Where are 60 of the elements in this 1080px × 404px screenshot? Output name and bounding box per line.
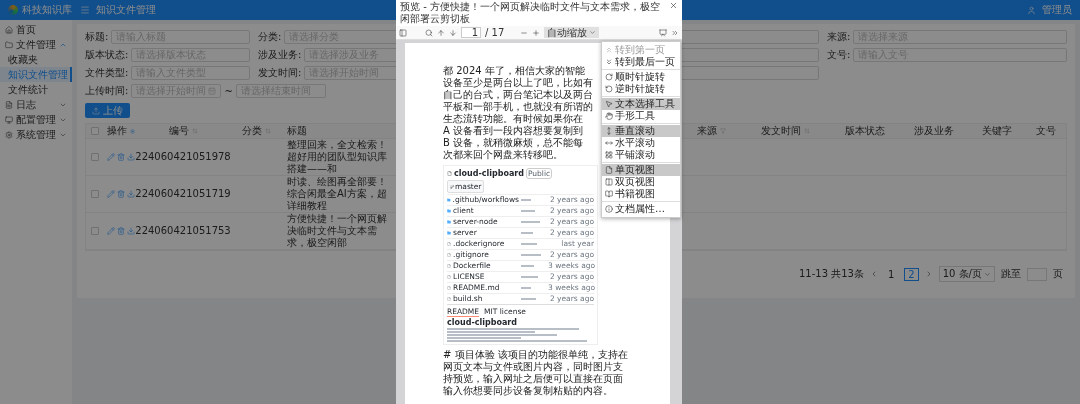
field-label: 文号: (827, 48, 851, 62)
dialog-title: 预览 - 方便快捷！一个网页解决临时文件与文本需求，极空闲部署云剪切板 (400, 1, 661, 25)
page-suffix: 页 (1053, 267, 1063, 281)
table-cell: 224060421051753 (135, 225, 231, 237)
menu-item[interactable]: 水平滚动 (602, 137, 680, 149)
field-label: 上传时间: (85, 84, 129, 98)
sidebar-item[interactable]: 文件统计 (0, 82, 72, 97)
column-header: 发文时间 (741, 124, 830, 139)
zoom-select[interactable]: 自动缩放 (544, 27, 600, 38)
field-label: 标题: (85, 30, 109, 44)
sidebar-item[interactable]: 文件管理 (0, 37, 72, 52)
page-button[interactable]: 1 (883, 267, 899, 281)
table-cell-text: 整理回来，全文检索！超好用的团队型知识库搭建——和 (287, 139, 388, 175)
page-count: / 17 (485, 27, 505, 38)
menu-item[interactable]: 文档属性… (602, 203, 680, 215)
repo-name: cloud-clipboard (454, 169, 524, 178)
column-header: 标题 (284, 124, 392, 139)
field-label: 文件类型: (85, 66, 129, 80)
table-cell-text: 方便快捷！一个网页解决临时文件与文本需求，极空闲部 (287, 213, 388, 249)
table-cell: 224060421051978 (135, 151, 231, 163)
column-header: 分类 (228, 124, 284, 139)
app-name: 科技知识库 (22, 3, 72, 17)
column-header: 版本状态 (830, 124, 900, 139)
menu-item[interactable]: 转到最后一页 (602, 56, 680, 68)
pagination-summary: 11-13 共13条 (799, 267, 864, 281)
sidebar-item[interactable]: 首页 (0, 22, 72, 37)
menu-item[interactable]: 顺时针旋转 (602, 71, 680, 83)
column-header: 涉及业务 (900, 124, 968, 139)
sidebar-item[interactable]: 配置管理 (0, 112, 72, 127)
range-separator: ~ (224, 85, 233, 97)
sidebar-item[interactable]: 系统管理 (0, 127, 72, 142)
menu-item[interactable]: 文本选择工具 (602, 98, 680, 110)
menu-item[interactable]: 平铺滚动 (602, 149, 680, 161)
column-header: 来源 (681, 124, 741, 139)
jump-label: 跳至 (1001, 267, 1021, 281)
field-label: 涉及业务: (258, 48, 302, 62)
paragraph: # 项目体验 该项目的功能很单纯，支持在网页文本与文件或图片内容，同时图片支持预览，输入网址之后便可以直接在页面输入你想要同步设备复制粘贴的内容。 (443, 349, 629, 397)
menu-item[interactable]: 逆时针旋转 (602, 83, 680, 95)
column-header: 编号 (138, 124, 228, 139)
menu-item[interactable]: 垂直滚动 (602, 125, 680, 137)
column-header: 关键字 (968, 124, 1025, 139)
field-label: 分类: (258, 30, 282, 44)
menu-item[interactable]: 书籍视图 (602, 188, 680, 200)
readme-title: cloud-clipboard (447, 318, 518, 327)
page-number-field[interactable]: 1 (461, 27, 481, 38)
menu-item[interactable]: 双页视图 (602, 176, 680, 188)
field-label: 来源: (827, 30, 851, 44)
paragraph: 都 2024 年了，相信大家的智能设备至少是两台以上了吧，比如有自己的台式，两台笔记本以及两台平板和一部手机，也就没有所谓的生态流转功能。有时候如果你在 A 设备看到一段内容想要复制到 B 设备，就稍微麻烦，总不能每次都来回个网盘来转移吧。 (443, 65, 593, 161)
menu-item[interactable]: 手形工具 (602, 110, 680, 122)
column-header: 文号 (1025, 124, 1066, 139)
field-label: 版本状态: (85, 48, 129, 62)
column-header: 操作 (104, 124, 138, 139)
table-cell-text: 时读、绘图再全部要！综合闲最全AI方案，超详细教程 (287, 176, 388, 212)
table-cell: 224060421051719 (135, 188, 231, 200)
sidebar-item[interactable]: 日志 (0, 97, 72, 112)
field-label: 发文时间: (258, 66, 302, 80)
sidebar-item[interactable]: 收藏夹 (0, 52, 72, 67)
breadcrumb: 知识文件管理 (96, 3, 156, 17)
page-size-select[interactable]: 10 条/页 (938, 266, 995, 282)
menu-item[interactable]: 单页视图 (602, 164, 680, 176)
